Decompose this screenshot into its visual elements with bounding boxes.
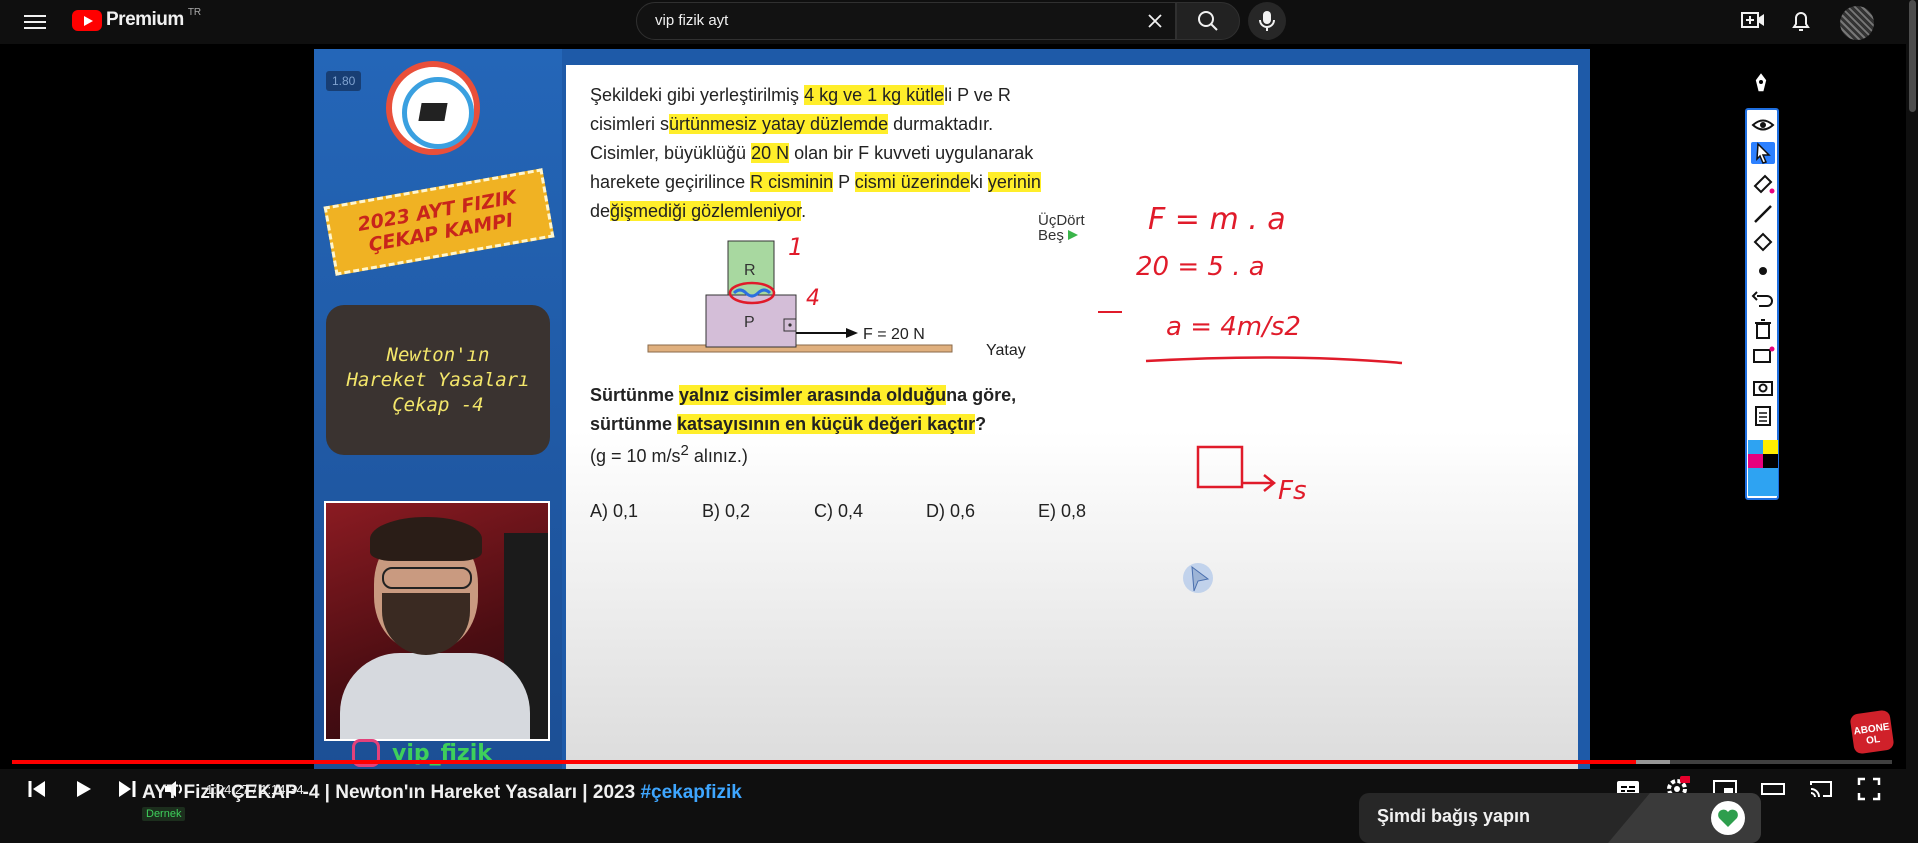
channel-logo (386, 61, 480, 155)
fs-label: Fs (1278, 476, 1307, 506)
camera-icon[interactable] (1751, 376, 1775, 398)
played-bar (12, 760, 1637, 764)
answer-options: A) 0,1 B) 0,2 C) 0,4 D) 0,6 E) 0,8 (590, 501, 1150, 522)
search-button[interactable] (1176, 2, 1240, 40)
pen-icon[interactable] (1749, 70, 1773, 98)
notifications-icon[interactable] (1788, 8, 1814, 34)
eye-icon[interactable] (1751, 114, 1775, 136)
clear-icon[interactable] (1145, 11, 1165, 31)
annotation-toolbar (1745, 108, 1779, 500)
block-r-label: R (744, 262, 756, 279)
line-icon[interactable] (1751, 202, 1775, 224)
play-icon[interactable] (70, 776, 96, 802)
trash-icon[interactable] (1751, 318, 1775, 340)
gravity-note: (g = 10 m/s2 alınız.) (590, 442, 748, 466)
page-scrollbar[interactable] (1906, 0, 1918, 835)
category-chip[interactable]: Dernek (142, 807, 186, 821)
eq-3: a = 4m/s2 (1166, 312, 1301, 342)
camp-banner: 2023 AYT FIZIK ÇEKAP KAMPI (323, 168, 555, 276)
force-label: F = 20 N (863, 326, 925, 343)
theater-mode-icon[interactable] (1760, 776, 1786, 802)
option-e: E) 0,8 (1038, 501, 1087, 521)
mic-icon (1259, 11, 1275, 31)
presenter-body (340, 653, 530, 739)
presenter-hair (370, 517, 482, 561)
scrollbar-thumb[interactable] (1909, 0, 1916, 112)
topic-box: Newton'ın Hareket Yasaları Çekap -4 (326, 305, 550, 455)
pointer-tool[interactable] (1751, 142, 1775, 164)
search-box (636, 2, 1176, 40)
cast-icon[interactable] (1808, 776, 1834, 802)
camp-banner-text: 2023 AYT FIZIK ÇEKAP KAMPI (355, 186, 519, 257)
speed-badge: 1.80 (326, 71, 362, 91)
presenter-glasses (382, 567, 472, 589)
video-sidebar: 1.80 2023 AYT FIZIK ÇEKAP KAMPI Newton'ı… (314, 49, 562, 769)
cursor-icon (1756, 142, 1771, 164)
youtube-logo[interactable]: Premium TR (72, 6, 202, 31)
progress-bar[interactable] (12, 760, 1892, 764)
video-player[interactable]: 1.80 2023 AYT FIZIK ÇEKAP KAMPI Newton'ı… (0, 44, 1918, 801)
webcam-overlay (324, 501, 550, 741)
youtube-icon (72, 9, 102, 31)
dot-icon[interactable] (1751, 260, 1775, 282)
question-prompt: Sürtünme yalnız cisimler arasında olduğu… (590, 385, 1017, 434)
create-icon[interactable] (1740, 8, 1766, 34)
option-b: B) 0,2 (702, 501, 751, 521)
eq-2: 20 = 5 . a (1136, 252, 1265, 282)
voice-search-button[interactable] (1248, 2, 1286, 40)
eraser-icon[interactable] (1751, 230, 1775, 252)
highlighter-icon[interactable] (1751, 172, 1775, 194)
logo-region: TR (187, 6, 202, 18)
eq-1: F = m . a (1148, 202, 1286, 237)
search-input[interactable] (655, 12, 1135, 29)
question-board: Şekildeki gibi yerleştirilmiş 4 kg ve 1 … (566, 65, 1578, 769)
block-p-label: P (744, 314, 755, 331)
clipboard-icon[interactable] (1751, 404, 1775, 426)
previous-icon[interactable] (24, 776, 50, 802)
option-c: C) 0,4 (814, 501, 864, 521)
fullscreen-icon[interactable] (1856, 776, 1882, 802)
mark-1: 1 (788, 233, 803, 261)
presenter-beard (382, 593, 470, 655)
surface-label: Yatay (986, 342, 1026, 359)
video-frame[interactable]: 1.80 2023 AYT FIZIK ÇEKAP KAMPI Newton'ı… (314, 49, 1590, 769)
top-bar: Premium TR (0, 0, 1918, 44)
avatar[interactable] (1840, 6, 1874, 40)
menu-icon[interactable] (24, 11, 46, 33)
search-icon (1198, 11, 1218, 31)
option-d: D) 0,6 (926, 501, 976, 521)
logo-text: Premium (106, 9, 184, 30)
video-title: AYT Fizik ÇEKAP -4 | Newton'ın Hareket Y… (142, 782, 742, 803)
undo-icon[interactable] (1751, 288, 1775, 310)
subscribe-watermark[interactable]: ABONE OL (1849, 709, 1895, 755)
hashtag-link[interactable]: #çekapfizik (640, 782, 741, 803)
board-icon[interactable] (1751, 346, 1775, 368)
heart-icon (1711, 801, 1745, 835)
donate-banner[interactable]: Şimdi bağış yapın (1359, 793, 1761, 843)
donate-text: Şimdi bağış yapın (1377, 806, 1531, 826)
mark-4: 4 (806, 286, 820, 311)
option-a: A) 0,1 (590, 501, 639, 521)
topic-text: Newton'ın Hareket Yasaları Çekap -4 (346, 343, 530, 416)
color-palette[interactable] (1748, 440, 1778, 496)
next-icon[interactable] (114, 776, 140, 802)
